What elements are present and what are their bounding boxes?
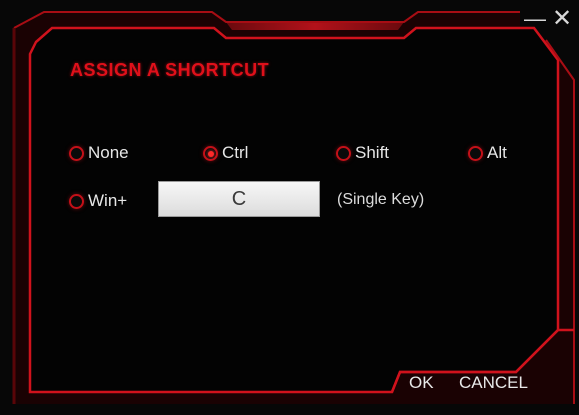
close-button[interactable]: ✕ [552,7,572,31]
shortcut-dialog: — ✕ ASSIGN A SHORTCUT None Ctrl Shift Al… [0,0,579,415]
shortcut-key-input[interactable]: C [158,181,320,217]
radio-circle-icon [468,145,483,161]
radio-win-label: Win+ [88,191,128,210]
radio-circle-icon [69,193,84,209]
radio-circle-icon [203,145,218,161]
radio-none-label: None [88,143,129,162]
radio-shift[interactable]: Shift [336,143,389,163]
radio-alt-label: Alt [487,143,507,162]
radio-ctrl[interactable]: Ctrl [203,143,248,163]
minimize-button[interactable]: — [524,8,546,30]
cancel-button[interactable]: CANCEL [459,373,528,393]
radio-circle-icon [336,145,351,161]
dialog-title: ASSIGN A SHORTCUT [70,60,270,80]
radio-alt[interactable]: Alt [468,143,507,163]
radio-circle-icon [69,145,84,161]
single-key-hint: (Single Key) [337,191,425,208]
radio-shift-label: Shift [355,143,390,162]
ok-button[interactable]: OK [409,373,434,393]
radio-none[interactable]: None [69,143,129,163]
radio-win[interactable]: Win+ [69,191,127,211]
radio-ctrl-label: Ctrl [222,143,249,162]
